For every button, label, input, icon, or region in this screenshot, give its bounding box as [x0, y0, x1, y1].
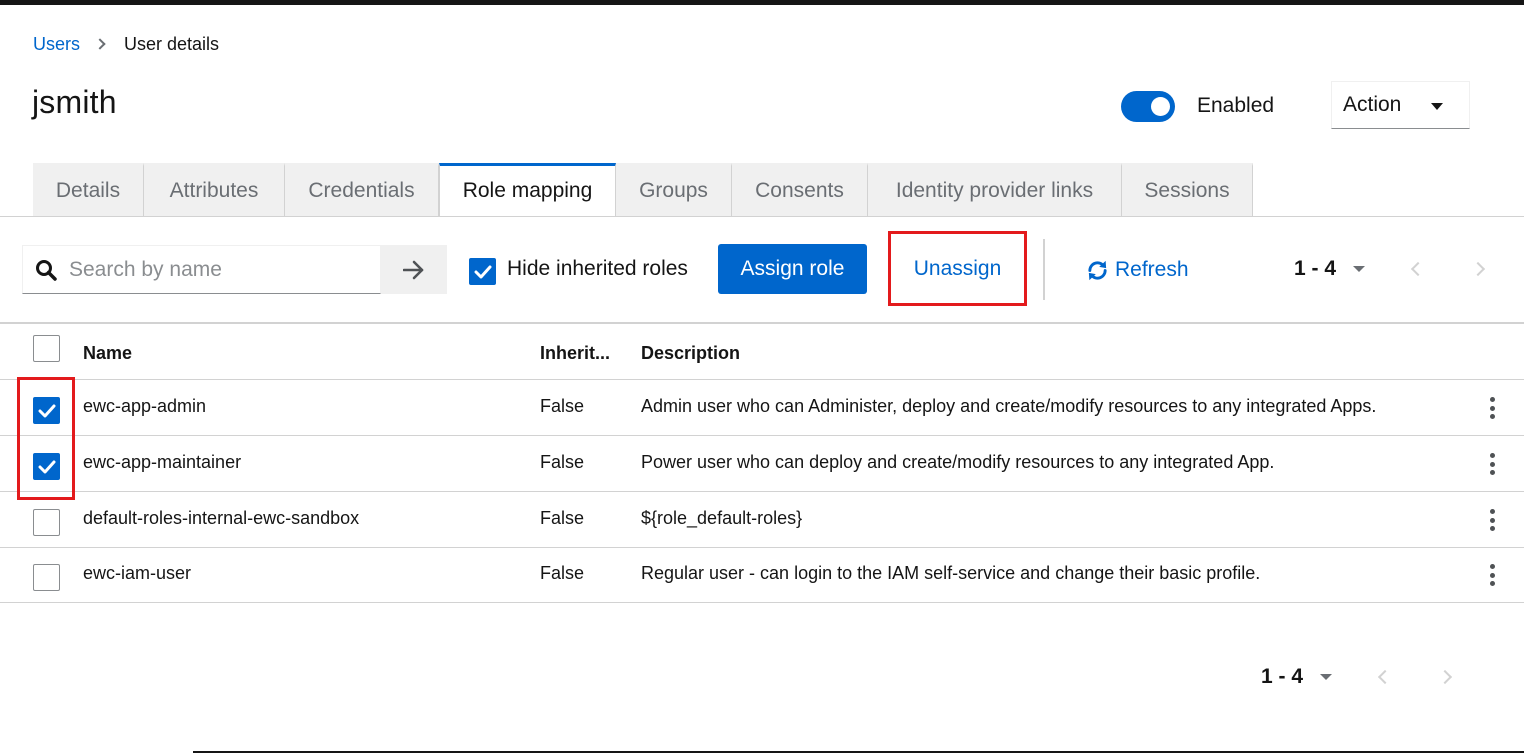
hide-inherited-label[interactable]: Hide inherited roles: [507, 257, 688, 281]
chevron-right-icon: [94, 38, 106, 50]
tab-label: Groups: [639, 179, 708, 202]
checkmark-icon: [474, 265, 491, 278]
tab-groups[interactable]: Groups: [616, 163, 732, 216]
role-description: Regular user - can login to the IAM self…: [641, 563, 1261, 583]
role-name: ewc-iam-user: [83, 563, 192, 583]
tab-credentials[interactable]: Credentials: [285, 163, 439, 216]
tab-label: Role mapping: [462, 179, 593, 202]
action-dropdown[interactable]: Action: [1331, 81, 1470, 129]
pagination-toggle-top[interactable]: 1 - 4: [1294, 257, 1366, 281]
tab-details[interactable]: Details: [33, 163, 144, 216]
table-row: ewc-app-admin False Admin user who can A…: [0, 380, 1524, 436]
caret-down-icon: [1320, 674, 1333, 680]
caret-down-icon: [1353, 266, 1366, 272]
hide-inherited-checkbox[interactable]: [469, 258, 496, 285]
breadcrumb-users-link[interactable]: Users: [33, 34, 80, 55]
column-header-description[interactable]: Description: [641, 343, 740, 364]
search-icon: [36, 260, 57, 281]
tab-label: Attributes: [169, 179, 259, 202]
row-checkbox[interactable]: [33, 453, 60, 480]
row-checkbox[interactable]: [33, 564, 60, 591]
refresh-label: Refresh: [1115, 258, 1189, 281]
enabled-label: Enabled: [1197, 94, 1275, 117]
toolbar-separator: [1043, 239, 1045, 300]
column-header-name[interactable]: Name: [83, 343, 132, 364]
pagination-toggle-bottom[interactable]: 1 - 4: [1261, 665, 1333, 689]
tab-sessions[interactable]: Sessions: [1122, 163, 1253, 216]
role-inherited: False: [540, 508, 585, 528]
role-inherited: False: [540, 563, 585, 583]
column-header-inherited[interactable]: Inherit...: [540, 343, 610, 364]
unassign-button[interactable]: Unassign: [888, 231, 1027, 306]
tab-role-mapping[interactable]: Role mapping: [439, 163, 616, 216]
role-description: Power user who can deploy and create/mod…: [641, 452, 1275, 472]
checkmark-icon: [38, 404, 55, 417]
tab-label: Sessions: [1144, 179, 1230, 202]
page-title: jsmith: [32, 84, 117, 120]
search-submit-button[interactable]: [381, 245, 447, 294]
arrow-right-icon: [403, 260, 424, 279]
checkmark-icon: [38, 460, 55, 473]
search-box: [22, 245, 381, 294]
role-inherited: False: [540, 396, 585, 416]
caret-down-icon: [1431, 103, 1443, 110]
table-top-border: [0, 322, 1524, 324]
row-checkbox[interactable]: [33, 509, 60, 536]
chevron-left-icon[interactable]: [1377, 669, 1393, 685]
action-dropdown-label: Action: [1343, 93, 1402, 116]
table-row: ewc-iam-user False Regular user - can lo…: [0, 547, 1524, 603]
tab-attributes[interactable]: Attributes: [144, 163, 285, 216]
breadcrumb-current: User details: [124, 33, 220, 54]
top-bar: [0, 0, 1524, 5]
role-description: ${role_default-roles}: [641, 508, 803, 528]
tab-bar: Details Attributes Credentials Role mapp…: [33, 163, 1253, 216]
role-inherited: False: [540, 452, 585, 472]
toggle-knob: [1151, 97, 1170, 116]
table-row: default-roles-internal-ewc-sandbox False…: [0, 492, 1524, 548]
breadcrumb: Users User details: [33, 32, 219, 56]
kebab-menu-icon[interactable]: [1486, 563, 1498, 587]
tab-label: Details: [55, 179, 121, 202]
pagination-range: 1 - 4: [1294, 257, 1337, 280]
tab-label: Identity provider links: [895, 179, 1094, 202]
chevron-right-icon[interactable]: [1470, 261, 1486, 277]
refresh-button[interactable]: Refresh: [1086, 252, 1189, 288]
tab-consents[interactable]: Consents: [732, 163, 868, 216]
select-all-checkbox[interactable]: [33, 335, 60, 362]
enabled-toggle[interactable]: [1121, 91, 1175, 122]
pagination-range: 1 - 4: [1261, 665, 1304, 688]
assign-role-button[interactable]: Assign role: [718, 244, 867, 294]
role-name: ewc-app-admin: [83, 396, 207, 416]
kebab-menu-icon[interactable]: [1486, 452, 1498, 476]
tab-identity-provider-links[interactable]: Identity provider links: [868, 163, 1122, 216]
tab-label: Consents: [755, 179, 844, 202]
chevron-right-icon[interactable]: [1437, 669, 1453, 685]
row-checkbox[interactable]: [33, 397, 60, 424]
kebab-menu-icon[interactable]: [1486, 508, 1498, 532]
chevron-left-icon[interactable]: [1410, 261, 1426, 277]
role-name: default-roles-internal-ewc-sandbox: [83, 508, 360, 528]
role-name: ewc-app-maintainer: [83, 452, 242, 472]
tab-label: Credentials: [308, 179, 415, 202]
refresh-icon: [1088, 260, 1107, 280]
search-input[interactable]: [67, 246, 377, 293]
kebab-menu-icon[interactable]: [1486, 396, 1498, 420]
role-description: Admin user who can Administer, deploy an…: [641, 396, 1377, 416]
table-row: ewc-app-maintainer False Power user who …: [0, 436, 1524, 492]
tabs-divider: [0, 216, 1524, 217]
